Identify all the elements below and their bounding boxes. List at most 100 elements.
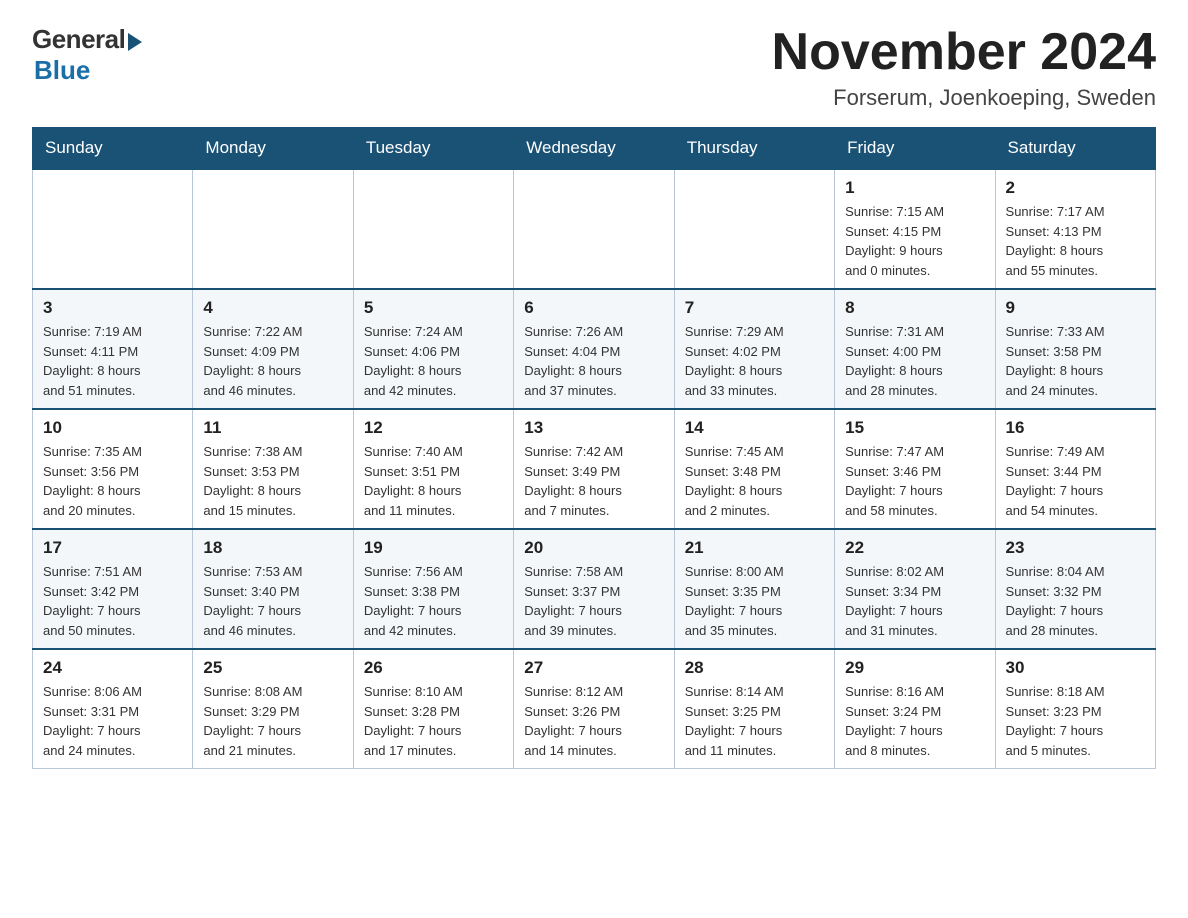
- day-number: 16: [1006, 418, 1145, 438]
- calendar-cell: 26 Sunrise: 8:10 AM Sunset: 3:28 PM Dayli…: [353, 649, 513, 769]
- day-number: 26: [364, 658, 503, 678]
- calendar-cell: 29Sunrise: 8:16 AM Sunset: 3:24 PM Dayli…: [835, 649, 995, 769]
- calendar-cell: 7 Sunrise: 7:29 AM Sunset: 4:02 PM Daylig…: [674, 289, 834, 409]
- calendar-cell: 20 Sunrise: 7:58 AM Sunset: 3:37 PM Dayli…: [514, 529, 674, 649]
- day-number: 24: [43, 658, 182, 678]
- calendar-cell: [353, 169, 513, 289]
- day-info: Sunrise: 7:22 AM Sunset: 4:09 PM Dayligh…: [203, 322, 342, 400]
- day-number: 5: [364, 298, 503, 318]
- day-number: 17: [43, 538, 182, 558]
- day-info: Sunrise: 7:58 AM Sunset: 3:37 PM Dayligh…: [524, 562, 663, 640]
- week-row-2: 3 Sunrise: 7:19 AM Sunset: 4:11 PM Daylig…: [33, 289, 1156, 409]
- header-sunday: Sunday: [33, 128, 193, 170]
- day-number: 10: [43, 418, 182, 438]
- day-number: 29: [845, 658, 984, 678]
- week-row-3: 10 Sunrise: 7:35 AM Sunset: 3:56 PM Dayli…: [33, 409, 1156, 529]
- day-number: 15: [845, 418, 984, 438]
- logo-blue-text: Blue: [34, 55, 90, 86]
- header-row: SundayMondayTuesdayWednesdayThursdayFrid…: [33, 128, 1156, 170]
- day-number: 1: [845, 178, 984, 198]
- day-info: Sunrise: 8:00 AM Sunset: 3:35 PM Dayligh…: [685, 562, 824, 640]
- day-info: Sunrise: 8:04 AM Sunset: 3:32 PM Dayligh…: [1006, 562, 1145, 640]
- day-info: Sunrise: 8:18 AM Sunset: 3:23 PM Dayligh…: [1006, 682, 1145, 760]
- day-number: 21: [685, 538, 824, 558]
- calendar-cell: [514, 169, 674, 289]
- week-row-4: 17 Sunrise: 7:51 AM Sunset: 3:42 PM Dayli…: [33, 529, 1156, 649]
- calendar-cell: 8Sunrise: 7:31 AM Sunset: 4:00 PM Daylig…: [835, 289, 995, 409]
- page-header: General Blue November 2024 Forserum, Joe…: [32, 24, 1156, 111]
- header-saturday: Saturday: [995, 128, 1155, 170]
- calendar-body: 1 Sunrise: 7:15 AM Sunset: 4:15 PM Daylig…: [33, 169, 1156, 769]
- day-number: 20: [524, 538, 663, 558]
- day-number: 18: [203, 538, 342, 558]
- day-info: Sunrise: 8:12 AM Sunset: 3:26 PM Dayligh…: [524, 682, 663, 760]
- day-info: Sunrise: 7:38 AM Sunset: 3:53 PM Dayligh…: [203, 442, 342, 520]
- header-friday: Friday: [835, 128, 995, 170]
- day-number: 27: [524, 658, 663, 678]
- week-row-1: 1 Sunrise: 7:15 AM Sunset: 4:15 PM Daylig…: [33, 169, 1156, 289]
- day-info: Sunrise: 7:29 AM Sunset: 4:02 PM Dayligh…: [685, 322, 824, 400]
- day-info: Sunrise: 7:35 AM Sunset: 3:56 PM Dayligh…: [43, 442, 182, 520]
- calendar-cell: 11 Sunrise: 7:38 AM Sunset: 3:53 PM Dayli…: [193, 409, 353, 529]
- calendar-cell: 30 Sunrise: 8:18 AM Sunset: 3:23 PM Dayli…: [995, 649, 1155, 769]
- week-row-5: 24Sunrise: 8:06 AM Sunset: 3:31 PM Dayli…: [33, 649, 1156, 769]
- calendar-cell: 6 Sunrise: 7:26 AM Sunset: 4:04 PM Daylig…: [514, 289, 674, 409]
- calendar-cell: 10 Sunrise: 7:35 AM Sunset: 3:56 PM Dayli…: [33, 409, 193, 529]
- calendar-cell: 9 Sunrise: 7:33 AM Sunset: 3:58 PM Daylig…: [995, 289, 1155, 409]
- day-info: Sunrise: 7:42 AM Sunset: 3:49 PM Dayligh…: [524, 442, 663, 520]
- calendar-cell: 1 Sunrise: 7:15 AM Sunset: 4:15 PM Daylig…: [835, 169, 995, 289]
- calendar-cell: [33, 169, 193, 289]
- day-number: 30: [1006, 658, 1145, 678]
- day-number: 7: [685, 298, 824, 318]
- header-monday: Monday: [193, 128, 353, 170]
- day-info: Sunrise: 7:19 AM Sunset: 4:11 PM Dayligh…: [43, 322, 182, 400]
- day-info: Sunrise: 7:33 AM Sunset: 3:58 PM Dayligh…: [1006, 322, 1145, 400]
- calendar-cell: 3 Sunrise: 7:19 AM Sunset: 4:11 PM Daylig…: [33, 289, 193, 409]
- day-info: Sunrise: 8:10 AM Sunset: 3:28 PM Dayligh…: [364, 682, 503, 760]
- calendar-cell: [193, 169, 353, 289]
- day-number: 4: [203, 298, 342, 318]
- day-number: 25: [203, 658, 342, 678]
- day-number: 13: [524, 418, 663, 438]
- day-info: Sunrise: 7:45 AM Sunset: 3:48 PM Dayligh…: [685, 442, 824, 520]
- day-number: 3: [43, 298, 182, 318]
- day-number: 6: [524, 298, 663, 318]
- day-number: 19: [364, 538, 503, 558]
- calendar-cell: 12Sunrise: 7:40 AM Sunset: 3:51 PM Dayli…: [353, 409, 513, 529]
- day-info: Sunrise: 7:24 AM Sunset: 4:06 PM Dayligh…: [364, 322, 503, 400]
- day-number: 9: [1006, 298, 1145, 318]
- day-info: Sunrise: 7:17 AM Sunset: 4:13 PM Dayligh…: [1006, 202, 1145, 280]
- day-number: 28: [685, 658, 824, 678]
- day-number: 22: [845, 538, 984, 558]
- day-info: Sunrise: 7:56 AM Sunset: 3:38 PM Dayligh…: [364, 562, 503, 640]
- calendar-cell: 23Sunrise: 8:04 AM Sunset: 3:32 PM Dayli…: [995, 529, 1155, 649]
- day-info: Sunrise: 7:47 AM Sunset: 3:46 PM Dayligh…: [845, 442, 984, 520]
- calendar-cell: 17 Sunrise: 7:51 AM Sunset: 3:42 PM Dayli…: [33, 529, 193, 649]
- calendar-cell: 4 Sunrise: 7:22 AM Sunset: 4:09 PM Daylig…: [193, 289, 353, 409]
- header-wednesday: Wednesday: [514, 128, 674, 170]
- calendar-header: SundayMondayTuesdayWednesdayThursdayFrid…: [33, 128, 1156, 170]
- calendar-cell: 15 Sunrise: 7:47 AM Sunset: 3:46 PM Dayli…: [835, 409, 995, 529]
- logo-arrow-icon: [128, 33, 142, 51]
- day-number: 14: [685, 418, 824, 438]
- location: Forserum, Joenkoeping, Sweden: [772, 85, 1156, 111]
- day-info: Sunrise: 8:14 AM Sunset: 3:25 PM Dayligh…: [685, 682, 824, 760]
- day-info: Sunrise: 7:51 AM Sunset: 3:42 PM Dayligh…: [43, 562, 182, 640]
- calendar-cell: 22Sunrise: 8:02 AM Sunset: 3:34 PM Dayli…: [835, 529, 995, 649]
- calendar-cell: 21 Sunrise: 8:00 AM Sunset: 3:35 PM Dayli…: [674, 529, 834, 649]
- day-info: Sunrise: 7:15 AM Sunset: 4:15 PM Dayligh…: [845, 202, 984, 280]
- calendar-cell: 24Sunrise: 8:06 AM Sunset: 3:31 PM Dayli…: [33, 649, 193, 769]
- calendar-cell: 28 Sunrise: 8:14 AM Sunset: 3:25 PM Dayli…: [674, 649, 834, 769]
- header-thursday: Thursday: [674, 128, 834, 170]
- calendar-cell: 19 Sunrise: 7:56 AM Sunset: 3:38 PM Dayli…: [353, 529, 513, 649]
- day-info: Sunrise: 7:49 AM Sunset: 3:44 PM Dayligh…: [1006, 442, 1145, 520]
- calendar-cell: 13 Sunrise: 7:42 AM Sunset: 3:49 PM Dayli…: [514, 409, 674, 529]
- day-number: 11: [203, 418, 342, 438]
- calendar-cell: 2Sunrise: 7:17 AM Sunset: 4:13 PM Daylig…: [995, 169, 1155, 289]
- calendar-cell: 18Sunrise: 7:53 AM Sunset: 3:40 PM Dayli…: [193, 529, 353, 649]
- header-tuesday: Tuesday: [353, 128, 513, 170]
- calendar-cell: 16 Sunrise: 7:49 AM Sunset: 3:44 PM Dayli…: [995, 409, 1155, 529]
- day-info: Sunrise: 7:26 AM Sunset: 4:04 PM Dayligh…: [524, 322, 663, 400]
- day-info: Sunrise: 8:08 AM Sunset: 3:29 PM Dayligh…: [203, 682, 342, 760]
- month-title: November 2024: [772, 24, 1156, 81]
